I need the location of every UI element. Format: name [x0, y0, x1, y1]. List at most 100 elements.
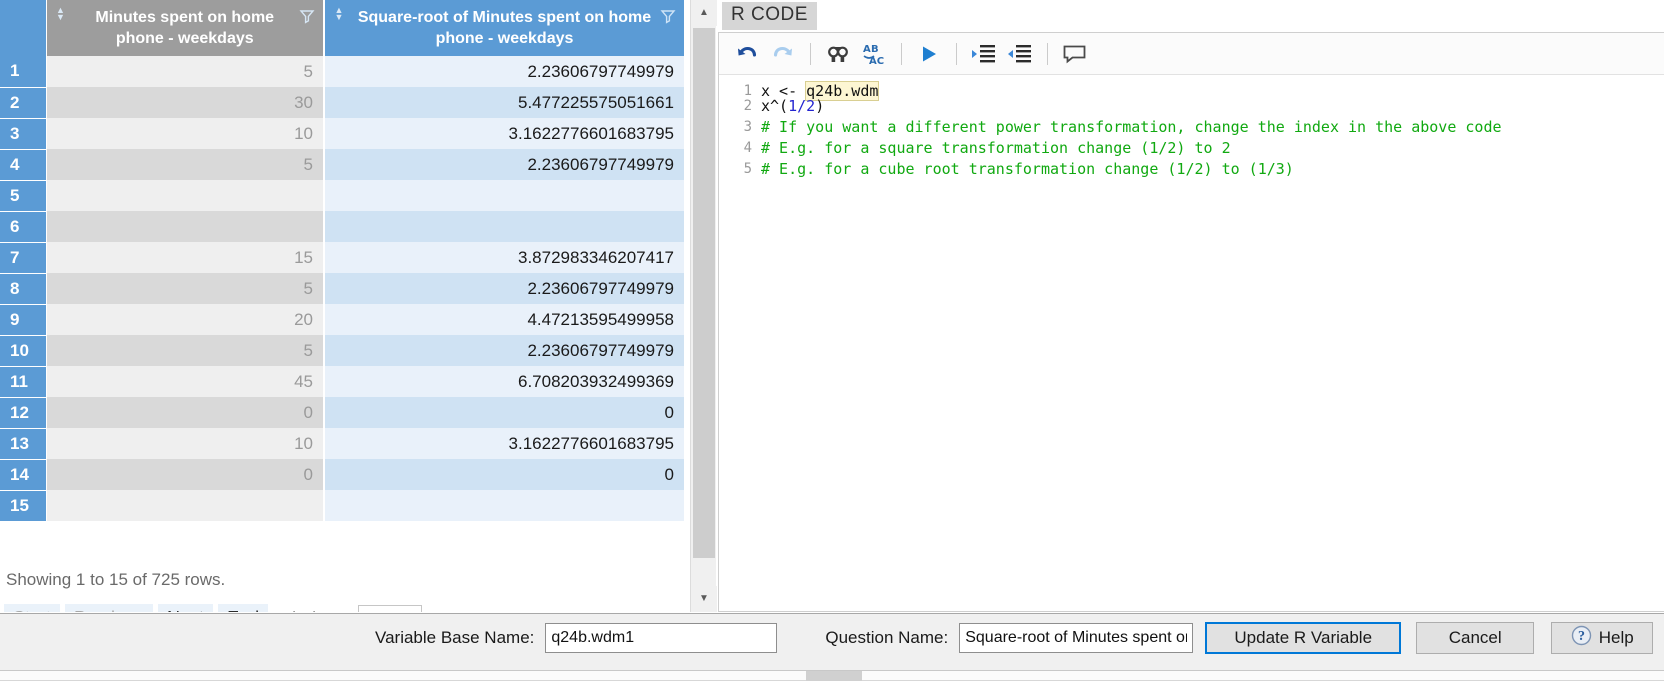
find-row-label: Find row — [281, 609, 350, 612]
r-code-toolbar: A B AC — [719, 33, 1664, 75]
update-r-variable-button[interactable]: Update R Variable — [1205, 622, 1402, 654]
pager-end-button[interactable]: End — [218, 604, 269, 612]
filter-icon[interactable] — [660, 8, 676, 24]
column-header-minutes[interactable]: ▲ ▼ Minutes spent on home phone - weekday… — [46, 0, 325, 56]
indent-icon[interactable] — [966, 37, 1002, 71]
line-number: 5 — [743, 161, 752, 177]
scroll-down-icon[interactable]: ▼ — [691, 586, 717, 612]
undo-icon[interactable] — [729, 37, 765, 71]
cell-minutes[interactable]: 30 — [46, 87, 325, 118]
r-variable-editor-window: ▲ ▼ Minutes spent on home phone - weekday… — [0, 0, 1664, 692]
cell-sqrt-minutes[interactable]: 3.872983346207417 — [324, 242, 684, 273]
sort-updown-icon[interactable]: ▲ ▼ — [55, 6, 67, 23]
scrollbar-thumb[interactable] — [693, 28, 715, 558]
replace-icon[interactable]: A B AC — [856, 37, 892, 71]
code-line-text: # If you want a different power transfor… — [761, 118, 1502, 136]
variable-base-name-label: Variable Base Name: — [375, 628, 535, 647]
edge-segment-right — [862, 671, 1664, 681]
cell-minutes[interactable] — [46, 490, 325, 521]
find-icon[interactable] — [820, 37, 856, 71]
cell-sqrt-minutes[interactable]: 0 — [324, 397, 684, 428]
cell-sqrt-minutes[interactable]: 2.23606797749979 — [324, 149, 684, 180]
table-row[interactable]: 6 — [0, 211, 684, 243]
table-row[interactable]: 8 5 2.23606797749979 — [0, 273, 684, 305]
cell-sqrt-minutes[interactable]: 3.1622776601683795 — [324, 118, 684, 149]
data-grid-pane: ▲ ▼ Minutes spent on home phone - weekday… — [0, 0, 690, 612]
cell-minutes[interactable]: 15 — [46, 242, 325, 273]
column-header-minutes-label: Minutes spent on home phone - weekdays — [95, 9, 275, 47]
grid-vertical-scrollbar[interactable]: ▲ ▼ — [690, 0, 717, 612]
table-row[interactable]: 9 20 4.47213595499958 — [0, 304, 684, 336]
table-row[interactable]: 3 10 3.1622776601683795 — [0, 118, 684, 150]
pager-next-button[interactable]: Next — [158, 604, 214, 612]
variable-base-name-input[interactable] — [545, 623, 778, 653]
column-header-sqrt-minutes[interactable]: ▲ ▼ Square-root of Minutes spent on home … — [324, 0, 684, 56]
table-row[interactable]: 14 0 0 — [0, 459, 684, 491]
cell-sqrt-minutes[interactable]: 3.1622776601683795 — [324, 428, 684, 459]
cell-sqrt-minutes[interactable] — [324, 211, 684, 242]
cell-sqrt-minutes[interactable] — [324, 180, 684, 211]
redo-icon[interactable] — [765, 37, 801, 71]
cell-minutes[interactable]: 10 — [46, 118, 325, 149]
table-row[interactable]: 11 45 6.708203932499369 — [0, 366, 684, 398]
cell-minutes[interactable]: 5 — [46, 56, 325, 87]
table-row[interactable]: 4 5 2.23606797749979 — [0, 149, 684, 181]
cell-minutes[interactable]: 5 — [46, 273, 325, 304]
cell-minutes[interactable]: 5 — [46, 149, 325, 180]
code-line-text: # E.g. for a cube root transformation ch… — [761, 160, 1294, 178]
cell-minutes[interactable]: 10 — [46, 428, 325, 459]
cell-sqrt-minutes[interactable]: 2.23606797749979 — [324, 335, 684, 366]
data-table: ▲ ▼ Minutes spent on home phone - weekday… — [0, 0, 684, 522]
tab-r-code[interactable]: R CODE — [722, 2, 817, 30]
table-row[interactable]: 2 30 5.477225575051661 — [0, 87, 684, 119]
comment-icon[interactable] — [1057, 37, 1093, 71]
cell-sqrt-minutes[interactable]: 4.47213595499958 — [324, 304, 684, 335]
window-bottom-edge — [0, 670, 1664, 692]
r-code-editor[interactable]: 1 x <- q24b.wdm 2 x^(1/2) 3 # If you wan… — [719, 75, 1664, 611]
pager-previous-button[interactable]: Previous — [65, 604, 154, 612]
help-button[interactable]: ? Help — [1551, 622, 1654, 654]
line-number: 4 — [743, 140, 752, 156]
row-index-cell: 10 — [0, 335, 47, 367]
row-index-cell: 12 — [0, 397, 47, 429]
toolbar-separator — [956, 42, 957, 65]
run-icon[interactable] — [911, 37, 947, 71]
cancel-button[interactable]: Cancel — [1416, 622, 1535, 654]
scroll-up-icon[interactable]: ▲ — [691, 0, 717, 26]
table-row[interactable]: 1 5 2.23606797749979 — [0, 56, 684, 88]
cell-sqrt-minutes[interactable]: 2.23606797749979 — [324, 273, 684, 304]
cell-minutes[interactable]: 0 — [46, 459, 325, 490]
cell-sqrt-minutes[interactable] — [324, 490, 684, 521]
cell-sqrt-minutes[interactable]: 0 — [324, 459, 684, 490]
cell-minutes[interactable] — [46, 180, 325, 211]
outdent-icon[interactable] — [1002, 37, 1038, 71]
find-row-input[interactable] — [358, 605, 423, 612]
cell-minutes[interactable]: 45 — [46, 366, 325, 397]
toolbar-separator — [901, 42, 902, 65]
question-name-input[interactable] — [959, 623, 1194, 653]
code-line-text: # E.g. for a square transformation chang… — [761, 139, 1231, 157]
cell-minutes[interactable]: 5 — [46, 335, 325, 366]
row-index-cell: 2 — [0, 87, 47, 119]
cell-minutes[interactable]: 20 — [46, 304, 325, 335]
question-mark-icon: ? — [1571, 625, 1592, 651]
cell-minutes[interactable]: 0 — [46, 397, 325, 428]
row-index-cell: 11 — [0, 366, 47, 398]
cell-minutes[interactable] — [46, 211, 325, 242]
code-line: 5 # E.g. for a cube root transformation … — [719, 159, 1664, 180]
row-index-cell: 14 — [0, 459, 47, 491]
bottom-controls: Variable Base Name: Question Name: Updat… — [0, 622, 1664, 654]
pager-start-button[interactable]: Start — [4, 604, 61, 612]
column-header-index[interactable] — [0, 0, 47, 56]
table-row[interactable]: 12 0 0 — [0, 397, 684, 429]
table-row[interactable]: 7 15 3.872983346207417 — [0, 242, 684, 274]
table-row[interactable]: 5 — [0, 180, 684, 212]
filter-icon[interactable] — [299, 8, 315, 24]
cell-sqrt-minutes[interactable]: 2.23606797749979 — [324, 56, 684, 87]
sort-updown-icon[interactable]: ▲ ▼ — [333, 6, 345, 23]
table-row[interactable]: 15 — [0, 490, 684, 522]
cell-sqrt-minutes[interactable]: 5.477225575051661 — [324, 87, 684, 118]
cell-sqrt-minutes[interactable]: 6.708203932499369 — [324, 366, 684, 397]
table-row[interactable]: 10 5 2.23606797749979 — [0, 335, 684, 367]
table-row[interactable]: 13 10 3.1622776601683795 — [0, 428, 684, 460]
